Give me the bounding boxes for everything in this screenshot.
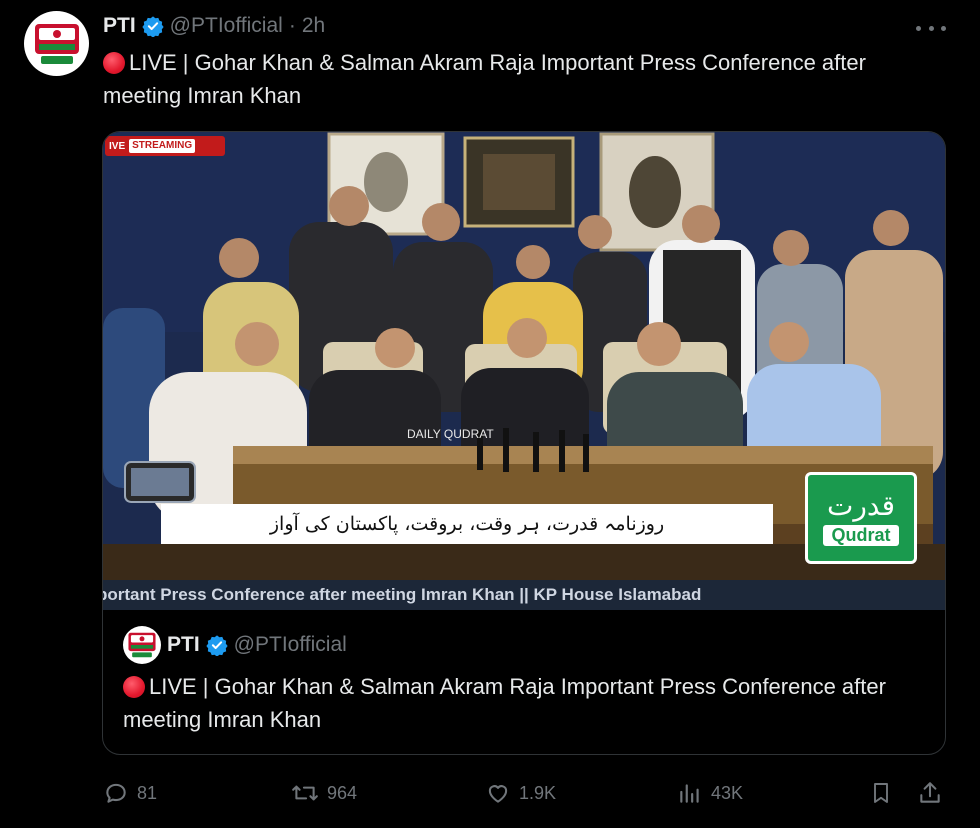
author-avatar[interactable] <box>24 11 89 76</box>
share-button[interactable] <box>917 778 943 808</box>
live-dot-icon <box>103 52 125 74</box>
separator-dot: · <box>288 14 296 37</box>
quoted-tweet-text: LIVE | Gohar Khan & Salman Akram Raja Im… <box>123 670 933 736</box>
views-icon <box>680 784 699 803</box>
more-icon[interactable] <box>916 16 946 40</box>
video-ticker: portant Press Conference after meeting I… <box>103 580 945 610</box>
pti-logo-icon <box>128 632 156 658</box>
qudrat-logo-en: Qudrat <box>823 524 899 546</box>
reply-count: 81 <box>137 782 158 803</box>
qudrat-logo-urdu: قدرت <box>827 488 895 522</box>
like-button[interactable]: 1.9K <box>485 778 556 808</box>
pti-logo-icon <box>34 23 79 64</box>
author-handle[interactable]: @PTIofficial <box>170 12 283 40</box>
streaming-badge-label: STREAMING <box>129 139 196 153</box>
repost-icon <box>292 785 318 801</box>
reply-icon <box>106 783 126 803</box>
repost-button[interactable]: 964 <box>291 778 357 808</box>
media-card[interactable]: DAILY QUDRAT IVE STREAMING روزنامہ قدرت،… <box>102 131 946 755</box>
like-count: 1.9K <box>519 782 557 803</box>
share-icon <box>920 782 940 803</box>
author-name[interactable]: PTI <box>103 12 136 40</box>
qudrat-channel-logo: قدرت Qudrat <box>805 472 917 564</box>
video-player[interactable]: DAILY QUDRAT IVE STREAMING روزنامہ قدرت،… <box>103 132 945 610</box>
tweet-text: LIVE | Gohar Khan & Salman Akram Raja Im… <box>103 46 933 112</box>
bookmark-button[interactable] <box>869 778 893 808</box>
quoted-tweet-header: PTI @PTIofficial <box>123 626 933 664</box>
quoted-author-handle[interactable]: @PTIofficial <box>234 630 347 660</box>
views-button[interactable]: 43K <box>677 778 743 808</box>
quoted-author-avatar[interactable] <box>123 626 161 664</box>
quoted-tweet-text-content: LIVE | Gohar Khan & Salman Akram Raja Im… <box>123 674 886 732</box>
like-icon <box>488 785 508 803</box>
live-dot-icon <box>123 676 145 698</box>
streaming-badge-prefix: IVE <box>109 140 126 152</box>
urdu-caption: روزنامہ قدرت، ہر وقت، بروقت، پاکستان کی … <box>161 504 773 544</box>
tweet[interactable]: PTI @PTIofficial · 2h LIVE | Gohar Khan … <box>0 0 980 828</box>
reply-button[interactable]: 81 <box>103 778 157 808</box>
verified-icon <box>142 16 164 37</box>
quoted-tweet[interactable]: PTI @PTIofficial LIVE | Gohar Khan & Sal… <box>123 626 933 736</box>
views-count: 43K <box>711 782 744 803</box>
verified-icon <box>206 635 228 656</box>
tweet-header: PTI @PTIofficial · 2h <box>103 12 325 40</box>
repost-count: 964 <box>327 782 358 803</box>
tweet-text-content: LIVE | Gohar Khan & Salman Akram Raja Im… <box>103 50 866 108</box>
mic-brand-label: DAILY QUDRAT <box>407 427 494 441</box>
tweet-timestamp[interactable]: 2h <box>302 12 325 40</box>
bookmark-icon <box>874 783 888 803</box>
action-bar: 81 964 1.9K 43K <box>103 778 943 808</box>
quoted-author-name[interactable]: PTI <box>167 630 200 660</box>
streaming-badge: IVE STREAMING <box>105 136 225 156</box>
